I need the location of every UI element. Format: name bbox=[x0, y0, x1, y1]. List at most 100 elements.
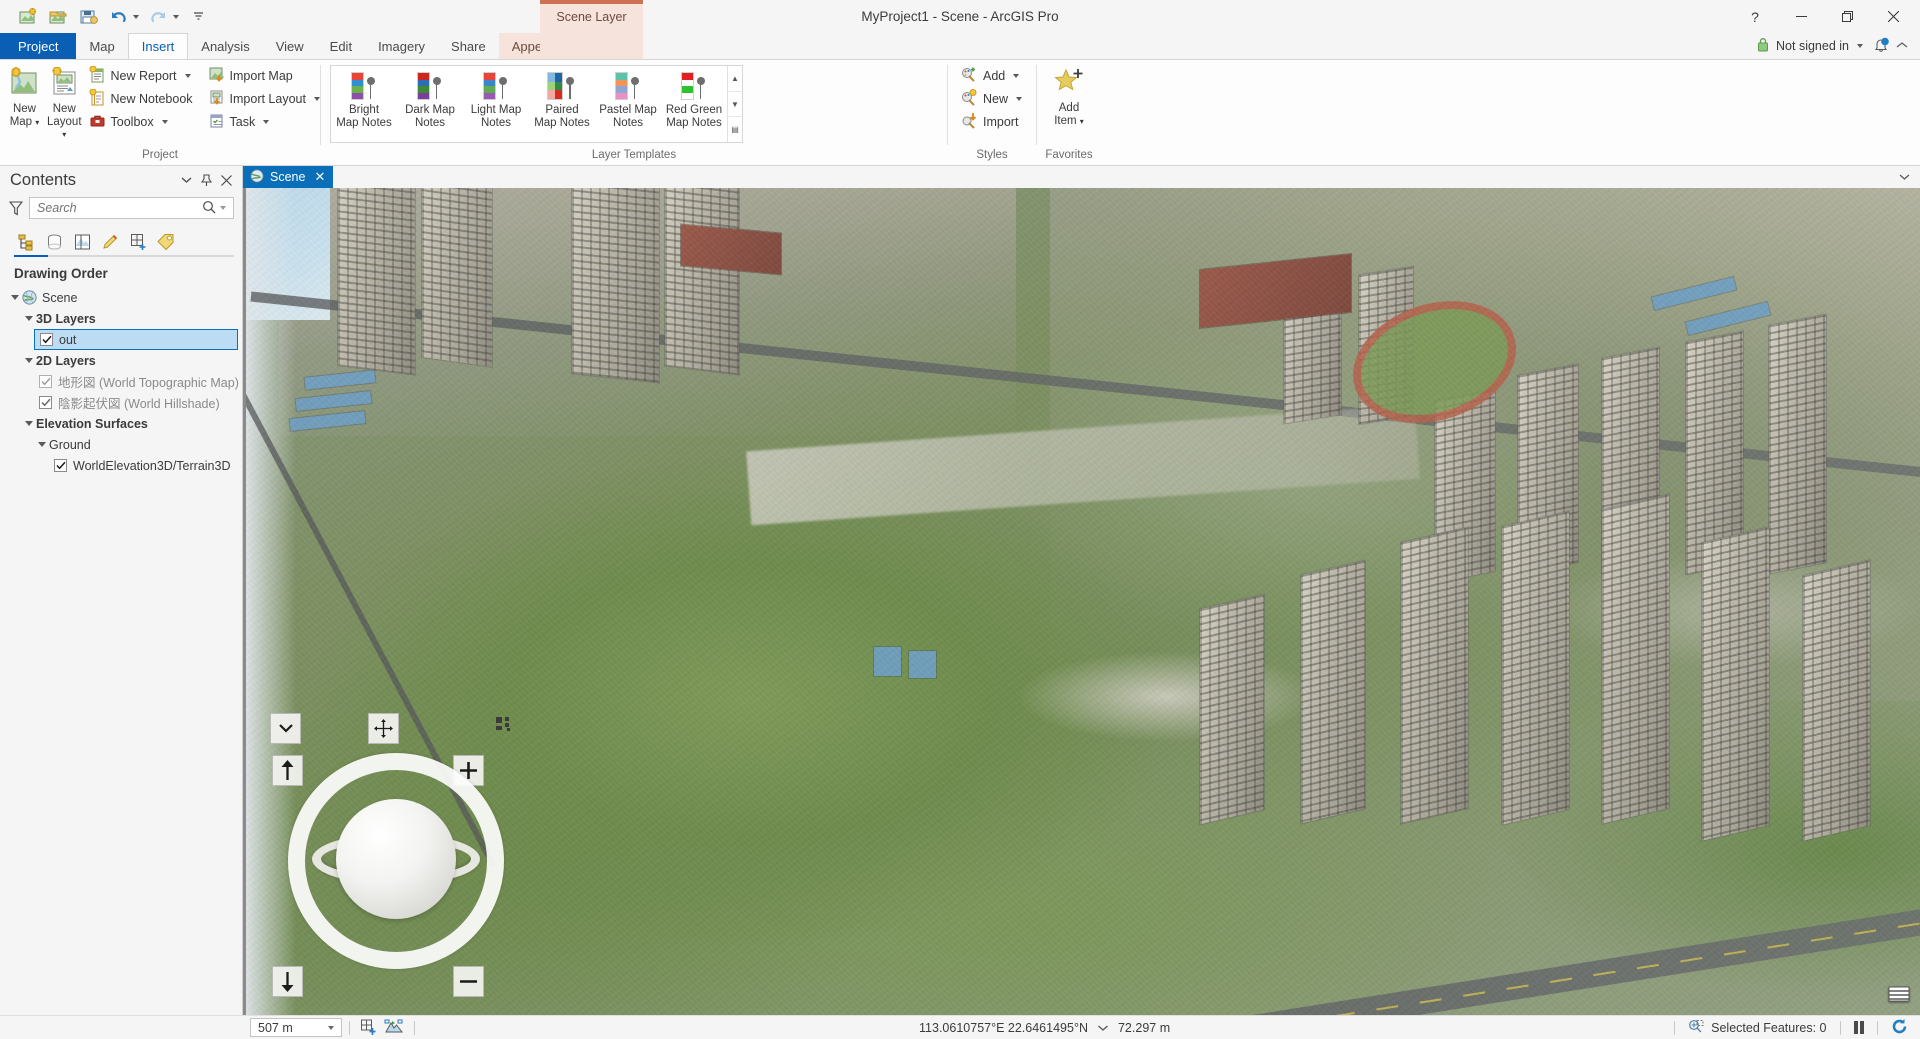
selected-features-icon[interactable] bbox=[1688, 1019, 1705, 1037]
tree-item-2d-layers[interactable]: 2D Layers bbox=[2, 350, 242, 371]
import-layout-button[interactable]: Import Layout bbox=[205, 88, 326, 110]
expander-icon[interactable] bbox=[22, 316, 36, 321]
navigator-tilt-up-button[interactable] bbox=[272, 755, 303, 786]
scale-selector[interactable]: 507 m bbox=[250, 1018, 342, 1037]
list-by-data-source-tab[interactable] bbox=[42, 229, 67, 254]
add-style-dropdown-icon[interactable] bbox=[1013, 74, 1020, 78]
ribbon-tab-insert[interactable]: Insert bbox=[127, 33, 189, 60]
help-button[interactable]: ? bbox=[1732, 1, 1778, 33]
new-style-dropdown-icon[interactable] bbox=[1016, 97, 1023, 101]
close-button[interactable] bbox=[1870, 1, 1916, 33]
minimize-button[interactable] bbox=[1778, 1, 1824, 33]
import-style-button[interactable]: Import bbox=[958, 111, 1028, 133]
account-status-label[interactable]: Not signed in bbox=[1776, 39, 1849, 53]
pause-drawing-icon[interactable] bbox=[1853, 1021, 1864, 1034]
tree-item-ground[interactable]: Ground bbox=[2, 434, 242, 455]
filter-funnel-icon[interactable] bbox=[8, 200, 24, 216]
restore-button[interactable] bbox=[1824, 1, 1870, 33]
expander-icon[interactable] bbox=[8, 295, 22, 300]
tree-item-out[interactable]: out bbox=[34, 329, 238, 350]
task-dropdown-icon[interactable] bbox=[263, 120, 270, 124]
ribbon-tab-imagery[interactable]: Imagery bbox=[365, 33, 438, 59]
import-map-button[interactable]: Import Map bbox=[205, 65, 326, 87]
new-report-button[interactable]: New Report bbox=[86, 65, 199, 87]
layer-visibility-checkbox[interactable] bbox=[54, 459, 67, 472]
chevron-down-icon[interactable] bbox=[328, 1025, 334, 1030]
list-by-editing-tab[interactable] bbox=[98, 229, 123, 254]
snapping-toggle-icon[interactable] bbox=[357, 1019, 381, 1036]
search-box[interactable] bbox=[29, 197, 234, 219]
gallery-item-red-green-map-notes[interactable]: Red Green Map Notes bbox=[661, 66, 727, 142]
ribbon-tab-map[interactable]: Map bbox=[76, 33, 127, 59]
dock-navigator-icon[interactable] bbox=[496, 717, 512, 736]
undo-icon[interactable] bbox=[104, 4, 132, 30]
scroll-up-icon[interactable]: ▲ bbox=[728, 66, 742, 92]
gallery-item-pastel-map-notes[interactable]: Pastel Map Notes bbox=[595, 66, 661, 142]
tree-item-scene[interactable]: Scene bbox=[2, 287, 242, 308]
undo-dropdown-icon[interactable] bbox=[133, 14, 139, 19]
gallery-item-light-map-notes[interactable]: Light Map Notes bbox=[463, 66, 529, 142]
add-item-button[interactable]: Add Item ▾ bbox=[1043, 64, 1095, 131]
tree-item-worldelevation3d-terrain3d[interactable]: WorldElevation3D/Terrain3D bbox=[2, 455, 242, 476]
redo-icon[interactable] bbox=[144, 4, 172, 30]
search-input[interactable] bbox=[37, 201, 202, 215]
bell-icon[interactable] bbox=[1873, 37, 1889, 56]
gallery-item-dark-map-notes[interactable]: Dark Map Notes bbox=[397, 66, 463, 142]
gallery-item-paired-map-notes[interactable]: Paired Map Notes bbox=[529, 66, 595, 142]
navigator-tilt-down-button[interactable] bbox=[272, 966, 303, 997]
navigator-globe-handle[interactable] bbox=[336, 799, 456, 919]
expander-icon[interactable] bbox=[35, 442, 49, 447]
import-layout-dropdown-icon[interactable] bbox=[313, 97, 320, 101]
scene-view[interactable] bbox=[243, 188, 1920, 1015]
pane-menu-icon[interactable] bbox=[181, 176, 192, 184]
save-project-icon[interactable] bbox=[74, 4, 102, 30]
gallery-scrollbar[interactable]: ▲ ▼ ▤ bbox=[727, 66, 742, 142]
ribbon-tab-analysis[interactable]: Analysis bbox=[188, 33, 262, 59]
task-button[interactable]: Task bbox=[205, 111, 326, 133]
ribbon-tab-edit[interactable]: Edit bbox=[317, 33, 365, 59]
new-map-button[interactable]: New Map ▾ bbox=[6, 64, 43, 132]
ribbon-tab-project[interactable]: Project bbox=[0, 33, 77, 59]
layer-visibility-checkbox[interactable] bbox=[39, 375, 52, 388]
tree-item-3d-layers[interactable]: 3D Layers bbox=[2, 308, 242, 329]
search-icon[interactable] bbox=[202, 200, 216, 217]
pin-icon[interactable] bbox=[201, 173, 212, 187]
ribbon-tab-share[interactable]: Share bbox=[438, 33, 499, 59]
view-tabs-overflow-icon[interactable] bbox=[1899, 166, 1920, 188]
selection-tool-icon[interactable] bbox=[381, 1019, 407, 1036]
scroll-down-icon[interactable]: ▼ bbox=[728, 92, 742, 118]
tree-item-world-hillshade[interactable]: 陰影起伏図 (World Hillshade) bbox=[2, 392, 242, 413]
navigator-collapse-button[interactable] bbox=[270, 713, 301, 744]
add-style-button[interactable]: Add bbox=[958, 65, 1028, 87]
redo-dropdown-icon[interactable] bbox=[173, 14, 179, 19]
list-by-labeling-tab[interactable] bbox=[154, 229, 179, 254]
expander-icon[interactable] bbox=[22, 421, 36, 426]
navigator-zoom-out-button[interactable] bbox=[453, 966, 484, 997]
view-tab-scene[interactable]: Scene ✕ bbox=[243, 166, 334, 188]
ribbon-tab-view[interactable]: View bbox=[263, 33, 317, 59]
chevron-up-icon[interactable] bbox=[1896, 39, 1908, 53]
toolbox-button[interactable]: Toolbox bbox=[86, 111, 199, 133]
list-by-snapping-tab[interactable] bbox=[126, 229, 151, 254]
customize-qat-icon[interactable] bbox=[184, 4, 212, 30]
new-layout-button[interactable]: New Layout ▾ bbox=[45, 64, 84, 145]
toolbox-dropdown-icon[interactable] bbox=[161, 120, 168, 124]
close-icon[interactable]: ✕ bbox=[314, 169, 325, 185]
layer-visibility-checkbox[interactable] bbox=[39, 396, 52, 409]
overview-map-icon[interactable] bbox=[1888, 984, 1910, 1007]
new-report-dropdown-icon[interactable] bbox=[184, 74, 191, 78]
layer-visibility-checkbox[interactable] bbox=[40, 333, 53, 346]
refresh-icon[interactable] bbox=[1891, 1018, 1908, 1038]
close-pane-icon[interactable] bbox=[221, 174, 232, 186]
open-project-icon[interactable] bbox=[44, 4, 72, 30]
chevron-down-icon[interactable] bbox=[220, 206, 226, 210]
new-notebook-button[interactable]: New Notebook bbox=[86, 88, 199, 110]
tree-item-elevation-surfaces[interactable]: Elevation Surfaces bbox=[2, 413, 242, 434]
account-dropdown-icon[interactable] bbox=[1857, 44, 1863, 48]
tree-item-world-topographic-map[interactable]: 地形図 (World Topographic Map) bbox=[2, 371, 242, 392]
expander-icon[interactable] bbox=[22, 358, 36, 363]
new-style-button[interactable]: New bbox=[958, 88, 1028, 110]
coordinate-dropdown-icon[interactable] bbox=[1097, 1021, 1109, 1035]
gallery-item-bright-map-notes[interactable]: Bright Map Notes bbox=[331, 66, 397, 142]
new-project-icon[interactable] bbox=[14, 4, 42, 30]
